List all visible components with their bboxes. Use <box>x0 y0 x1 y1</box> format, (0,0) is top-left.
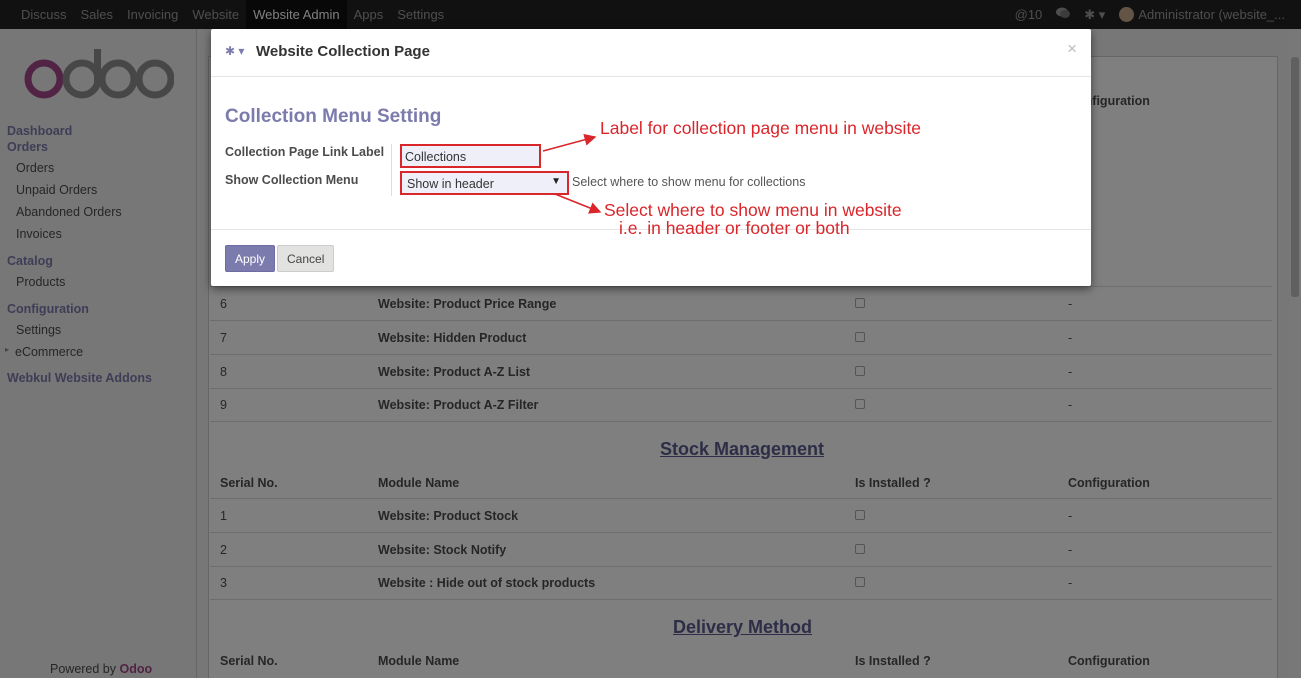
annotation-arrow-label <box>542 133 597 152</box>
annotation-menu-note-line2: i.e. in header or footer or both <box>619 218 850 238</box>
annotation-arrows <box>542 133 602 214</box>
annotation-menu-note-line1: Select where to show menu in website <box>604 200 902 220</box>
annotation-label-note: Label for collection page menu in websit… <box>600 118 922 138</box>
annotation-arrow-menu <box>554 193 602 214</box>
